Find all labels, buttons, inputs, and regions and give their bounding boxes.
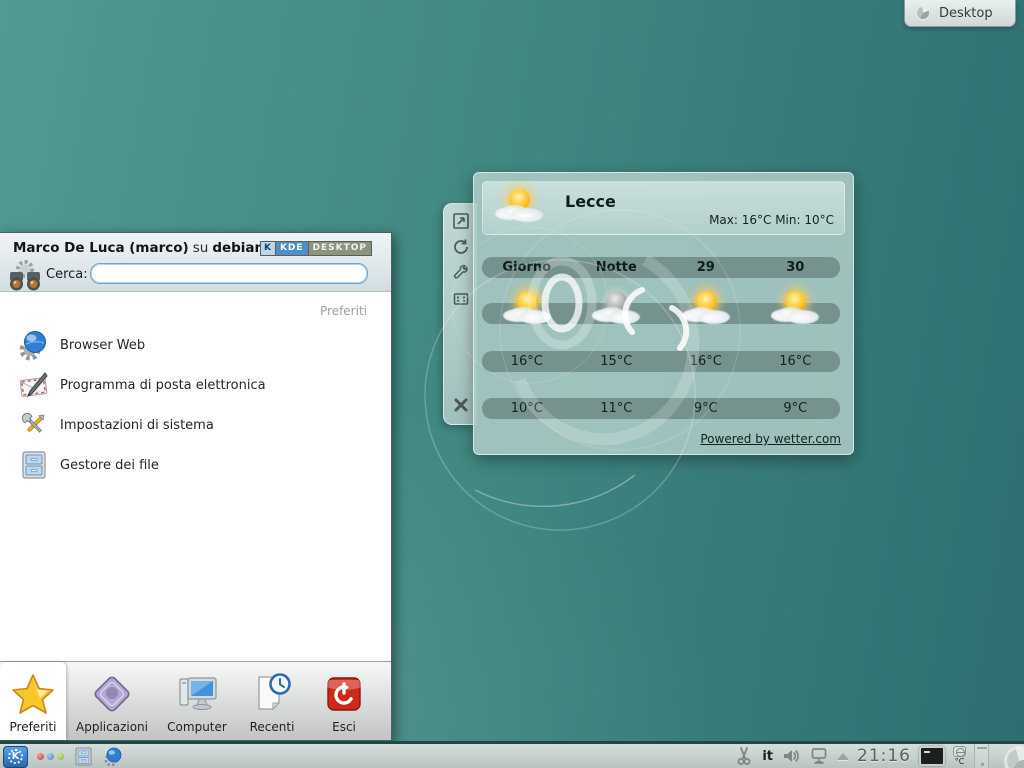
kde-k-icon: K [8, 749, 23, 764]
plasma-cashew-icon [1004, 746, 1024, 768]
expand-tray-arrow-icon[interactable] [837, 753, 849, 760]
sun-cloud-icon [771, 290, 819, 326]
night-temp: 9°C [751, 401, 841, 416]
search-input[interactable] [90, 263, 368, 284]
red-dot-icon [37, 753, 44, 760]
day-temp: 16°C [482, 354, 572, 369]
kickoff-launcher: Marco De Luca (marco)sudebian K KDE DESK… [0, 232, 392, 741]
search-label: Cerca: [46, 267, 88, 282]
panel-left-group: K [3, 745, 124, 768]
sun-cloud-icon [503, 290, 551, 326]
kmenu-button[interactable]: K [3, 746, 28, 768]
day-temp: 16°C [751, 354, 841, 369]
star-icon [10, 671, 56, 717]
weather-col-label: Giorno [482, 260, 572, 275]
weather-night-temps-row: 10°C 11°C 9°C 9°C [482, 398, 840, 419]
night-temp: 9°C [661, 401, 751, 416]
file-manager-launcher[interactable] [73, 746, 94, 767]
blue-dot-icon [47, 753, 54, 760]
sun-cloud-icon [682, 290, 730, 326]
day-temp: 15°C [572, 354, 662, 369]
menu-item-email-client[interactable]: Programma di posta elettronica [0, 365, 389, 405]
tab-applicazioni[interactable]: Applicazioni [66, 662, 158, 740]
power-icon [321, 671, 367, 717]
weather-col-label: 29 [661, 260, 751, 275]
kde-logo-icon: K [261, 242, 276, 255]
weather-icons-row [482, 303, 840, 324]
weather-widget: Lecce Max: 16°C Min: 10°C Giorno Notte 2… [473, 172, 854, 455]
host-name: debian [212, 240, 264, 256]
menu-item-label: Programma di posta elettronica [60, 378, 266, 393]
web-browser-icon [18, 329, 50, 361]
weather-max-min: Max: 16°C Min: 10°C [709, 213, 834, 227]
kde-desktop-badge: K KDE DESKTOP [260, 241, 372, 256]
file-cabinet-icon [18, 449, 50, 481]
user-info: Marco De Luca (marco)sudebian [13, 240, 264, 256]
email-icon [18, 369, 50, 401]
plasma-cashew-icon [915, 5, 931, 21]
terminal-icon[interactable] [919, 746, 945, 766]
plasmoid-handle[interactable] [443, 203, 477, 425]
network-icon[interactable] [809, 746, 829, 766]
klipper-scissors-icon[interactable] [734, 746, 754, 766]
user-sep: su [193, 240, 209, 256]
resize-icon[interactable] [452, 212, 470, 230]
menu-item-label: Browser Web [60, 338, 145, 353]
tab-recenti[interactable]: Recenti [236, 662, 308, 740]
rotate-icon[interactable] [452, 238, 470, 256]
menu-item-browser-web[interactable]: Browser Web [0, 325, 389, 365]
activities-icon[interactable] [452, 290, 470, 308]
applications-diamond-icon [89, 671, 135, 717]
user-name: Marco De Luca (marco) [13, 240, 189, 256]
computer-icon [174, 671, 220, 717]
panel-spacer-widget[interactable] [974, 744, 989, 768]
favorites-list: Browser Web Programma di posta elettroni… [0, 325, 389, 485]
menu-item-system-settings[interactable]: Impostazioni di sistema [0, 405, 389, 445]
desktop-toolbox-label: Desktop [939, 6, 993, 21]
weather-columns-row: Giorno Notte 29 30 [482, 257, 840, 278]
weather-city: Lecce [565, 192, 616, 211]
sun-cloud-icon [495, 188, 543, 224]
menu-item-label: Impostazioni di sistema [60, 418, 214, 433]
weather-header: Lecce Max: 16°C Min: 10°C [482, 181, 845, 235]
clock[interactable]: 21:16 [857, 746, 911, 766]
weather-col-label: Notte [572, 260, 662, 275]
green-dot-icon [57, 753, 64, 760]
night-temp: 10°C [482, 401, 572, 416]
desktop-toolbox[interactable]: Desktop [904, 0, 1016, 27]
panel-right-group: it 21:16 °C [734, 744, 1024, 768]
weather-day-temps-row: 16°C 15°C 16°C 16°C [482, 351, 840, 372]
bottom-panel: K [0, 741, 1024, 768]
web-browser-launcher[interactable] [103, 746, 124, 767]
volume-icon[interactable] [781, 746, 801, 766]
day-temp: 16°C [661, 354, 751, 369]
activity-dots[interactable] [37, 753, 64, 760]
weather-tray-widget[interactable]: °C [953, 746, 966, 766]
night-temp: 11°C [572, 401, 662, 416]
recent-documents-icon [249, 671, 295, 717]
search-binoculars-icon [7, 259, 43, 293]
weather-col-label: 30 [751, 260, 841, 275]
menu-item-file-manager[interactable]: Gestore dei file [0, 445, 389, 485]
keyboard-layout-indicator[interactable]: it [762, 749, 773, 764]
weather-tray-icon [953, 746, 966, 757]
panel-cashew[interactable] [997, 744, 1024, 768]
moon-cloud-icon [592, 290, 640, 326]
kickoff-header: Marco De Luca (marco)sudebian K KDE DESK… [0, 233, 391, 292]
configure-wrench-icon[interactable] [452, 264, 470, 282]
section-label: Preferiti [320, 304, 367, 318]
tab-esci[interactable]: Esci [308, 662, 380, 740]
tab-computer[interactable]: Computer [158, 662, 236, 740]
close-icon[interactable] [452, 396, 470, 414]
system-settings-icon [18, 409, 50, 441]
kickoff-tabbar: Preferiti Applicazioni [0, 661, 391, 740]
wetter-credit-link[interactable]: Powered by wetter.com [700, 432, 841, 446]
menu-item-label: Gestore dei file [60, 458, 159, 473]
desktop: Desktop Lecce Max: 16°C Min: 10°C Gior [0, 0, 1024, 768]
tab-preferiti[interactable]: Preferiti [0, 662, 66, 740]
